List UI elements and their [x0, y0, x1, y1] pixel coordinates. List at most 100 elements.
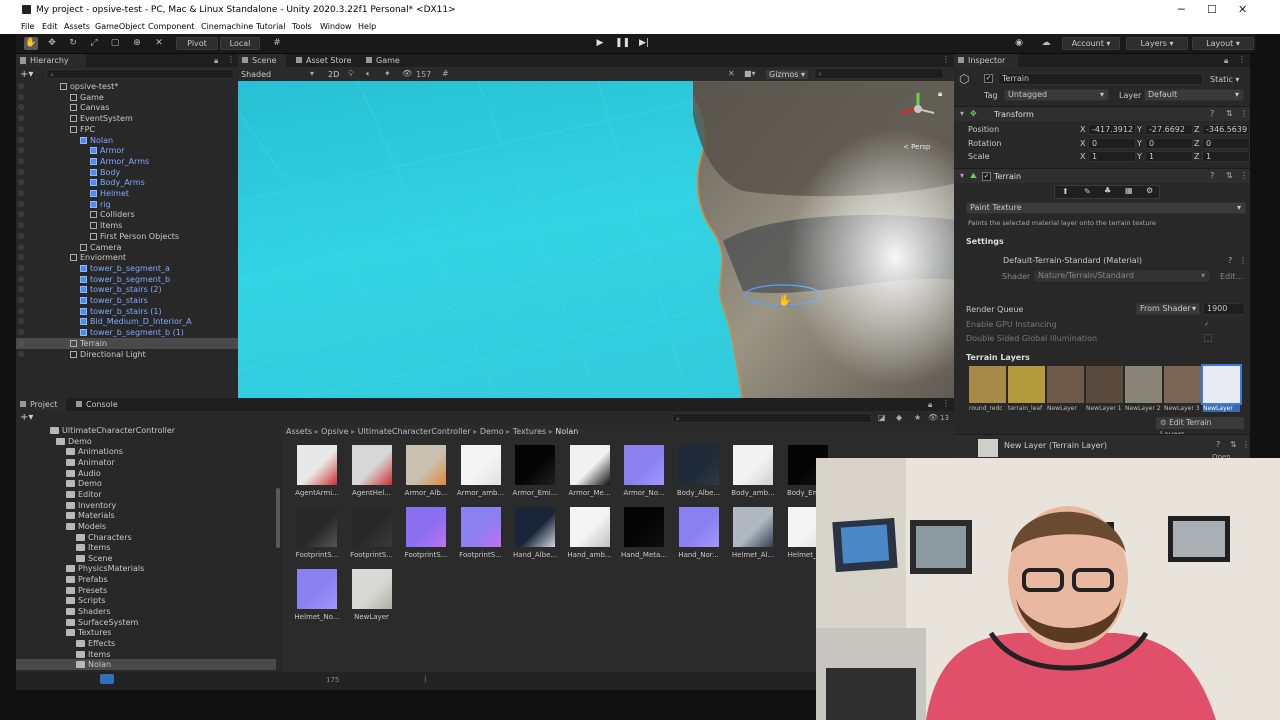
rotation-y-input[interactable]: 0 — [1145, 137, 1193, 149]
maximize-icon[interactable]: ☐ — [1207, 3, 1217, 16]
play-icon[interactable]: ▶ — [593, 37, 607, 50]
object-name-input[interactable]: Terrain — [998, 73, 1203, 85]
asset-item[interactable]: AgentArmi... — [290, 445, 344, 497]
hierarchy-item[interactable]: Directional Light — [70, 349, 146, 360]
visibility-toggle-icon[interactable]: ◎ — [18, 168, 24, 176]
visibility-toggle-icon[interactable]: ◎ — [18, 285, 24, 293]
render-queue-input[interactable]: 1900 — [1203, 303, 1245, 315]
asset-item[interactable]: Hand_Meta... — [617, 507, 671, 559]
folder-tree-item[interactable]: Effects — [76, 638, 115, 649]
component-menu-icon[interactable]: ⋮ — [1240, 109, 1248, 118]
scene-viewport[interactable]: ✋ < Persp 🔒︎ — [238, 81, 954, 398]
visibility-toggle-icon[interactable]: ◎ — [18, 136, 24, 144]
scene-root-row[interactable]: opsive-test* — [60, 81, 118, 92]
hierarchy-item[interactable]: Helmet — [90, 188, 129, 199]
visibility-toggle-icon[interactable]: ◎ — [18, 103, 24, 111]
visibility-toggle-icon[interactable]: ◎ — [18, 296, 24, 304]
asset-item[interactable]: Armor_amb... — [454, 445, 508, 497]
hierarchy-item[interactable]: Game — [70, 92, 104, 103]
lighting-icon[interactable]: 💡︎ — [348, 69, 354, 79]
breadcrumb-item[interactable]: UltimateCharacterController — [358, 427, 471, 436]
position-z-input[interactable]: -346.5639 — [1202, 124, 1250, 135]
tools-icon[interactable]: ✕ — [728, 69, 735, 78]
audio-icon[interactable]: 🔈︎ — [366, 69, 371, 79]
visibility-toggle-icon[interactable]: ◎ — [18, 82, 24, 90]
asset-item[interactable]: FootprintS... — [454, 507, 508, 559]
hierarchy-item[interactable]: rig — [90, 199, 111, 210]
hierarchy-item[interactable]: Items — [90, 220, 122, 231]
folder-tree-item[interactable]: Nolan — [16, 659, 276, 670]
visibility-toggle-icon[interactable]: ◎ — [18, 243, 24, 251]
hierarchy-item[interactable]: tower_b_stairs (2) — [80, 284, 162, 295]
collab-icon[interactable]: ◉ — [1012, 37, 1026, 50]
hierarchy-item[interactable]: Camera — [80, 242, 121, 253]
tab-scene[interactable]: Scene — [238, 54, 286, 67]
snap-grid-icon[interactable]: # — [270, 37, 284, 50]
visibility-toggle-icon[interactable]: ◎ — [18, 264, 24, 272]
pivot-toggle[interactable]: Pivot — [176, 37, 218, 50]
visibility-toggle-icon[interactable]: ◎ — [18, 189, 24, 197]
folder-tree-item[interactable]: Shaders — [66, 606, 111, 617]
tab-game[interactable]: Game — [362, 54, 406, 67]
rotation-z-input[interactable]: 0 — [1202, 137, 1250, 149]
asset-item[interactable]: NewLayer — [345, 569, 399, 621]
help-icon-2[interactable]: ? — [1210, 171, 1214, 180]
folder-tree-item[interactable]: Textures — [66, 627, 111, 638]
scene-menu-icon[interactable]: ⋮ — [942, 55, 950, 64]
terrain-layer-swatch[interactable] — [969, 366, 1006, 403]
folder-tree-item[interactable]: Animations — [66, 446, 123, 457]
project-menu-icon[interactable]: ⋮ — [942, 399, 950, 408]
scale-x-input[interactable]: 1 — [1088, 151, 1136, 162]
menu-kebab-icon[interactable]: ⋮ — [227, 55, 235, 64]
asset-item[interactable]: Helmet_Al... — [726, 507, 780, 559]
raise-terrain-icon[interactable]: ⬆ — [1062, 187, 1069, 196]
project-lock-icon[interactable]: 🔒︎ — [928, 400, 932, 410]
close-icon[interactable]: ✕ — [1238, 3, 1247, 16]
visibility-toggle-icon[interactable]: ◎ — [18, 114, 24, 122]
scene-search-input[interactable]: ⌕ — [814, 68, 944, 79]
layout-dropdown[interactable]: Layout ▾ — [1192, 37, 1254, 50]
gpu-instancing-checkbox[interactable]: ✓ — [1204, 320, 1210, 328]
new-layer-preset-icon[interactable]: ⇅ — [1230, 440, 1237, 449]
persp-label[interactable]: < Persp — [903, 143, 930, 151]
visibility-toggle-icon[interactable]: ◎ — [18, 328, 24, 336]
terrain-layer-swatch[interactable] — [1047, 366, 1084, 403]
inspector-menu-icon[interactable]: ⋮ — [1238, 55, 1246, 64]
visibility-toggle-icon[interactable]: ◎ — [18, 200, 24, 208]
rect-tool-icon[interactable]: ▢ — [108, 37, 122, 50]
hierarchy-item[interactable]: Canvas — [70, 102, 109, 113]
visibility-toggle-icon[interactable]: ◎ — [18, 210, 24, 218]
edit-terrain-layers-button[interactable]: ⚙ Edit Terrain Layers... — [1156, 417, 1244, 439]
folder-tree-item[interactable]: Materials — [66, 510, 115, 521]
material-help-icon[interactable]: ? — [1228, 256, 1232, 265]
scale-y-input[interactable]: 1 — [1145, 151, 1193, 162]
shader-dropdown[interactable]: Nature/Terrain/Standard ▾ — [1034, 270, 1210, 282]
position-y-input[interactable]: -27.6692 — [1145, 124, 1193, 135]
folder-tree-item[interactable]: Audio — [66, 468, 101, 479]
menu-edit[interactable]: Edit — [42, 22, 58, 31]
folder-tree-item[interactable]: SurfaceSystem — [66, 617, 138, 628]
folder-tree-item[interactable]: Scene — [76, 553, 112, 564]
hidden-objects-icon[interactable]: 👁︎ — [402, 69, 412, 78]
hierarchy-item[interactable]: Armor_Arms — [90, 156, 149, 167]
paint-brush-icon[interactable]: ✎ — [1084, 187, 1091, 196]
asset-item[interactable]: AgentHel... — [345, 445, 399, 497]
tree-icon[interactable]: ♣ — [1104, 186, 1111, 195]
cloud-icon[interactable]: ☁ — [1039, 37, 1053, 50]
hierarchy-item[interactable]: tower_b_stairs — [80, 295, 148, 306]
camera-icon[interactable]: ■▾ — [744, 69, 756, 78]
terrain-mode-dropdown[interactable]: Paint Texture ▾ — [966, 202, 1246, 214]
pause-icon[interactable]: ❚❚ — [615, 37, 630, 50]
help-icon[interactable]: ? — [1210, 109, 1214, 118]
gizmos-dropdown[interactable]: Gizmos ▾ — [766, 70, 809, 79]
preset-icon[interactable]: ⇅ — [1226, 109, 1233, 118]
layer-dropdown[interactable]: Default ▾ — [1144, 89, 1244, 101]
shader-edit-button[interactable]: Edit... — [1220, 272, 1243, 281]
folder-tree-item[interactable]: Animator — [66, 457, 115, 468]
terrain-layer-swatch[interactable] — [1008, 366, 1045, 403]
2d-toggle[interactable]: 2D — [328, 70, 339, 79]
scale-tool-icon[interactable]: ⤢ — [87, 37, 101, 50]
step-icon[interactable]: ▶| — [637, 37, 651, 50]
layers-dropdown[interactable]: Layers ▾ — [1126, 37, 1188, 50]
asset-item[interactable]: FootprintS... — [345, 507, 399, 559]
